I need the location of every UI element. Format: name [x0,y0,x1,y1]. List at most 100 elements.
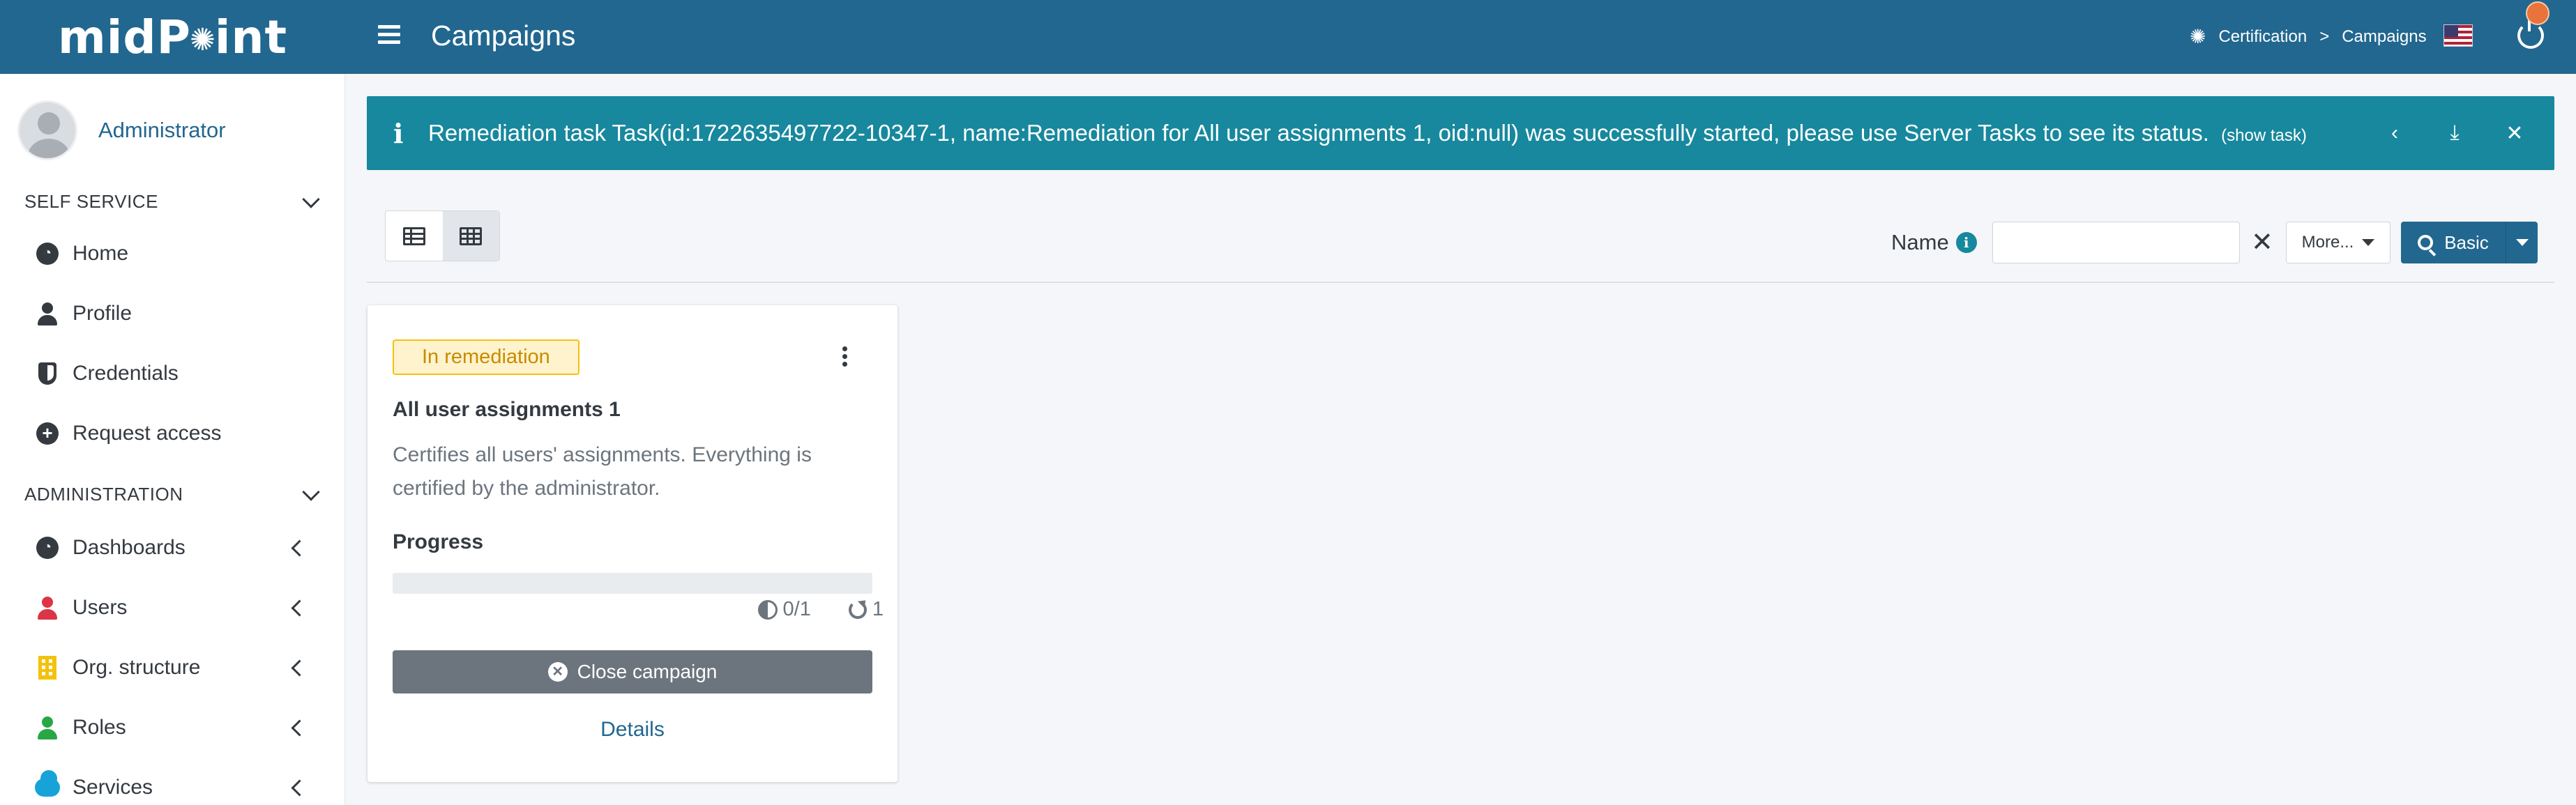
search-label-text: Name [1891,230,1949,254]
dashboard-icon: ◔ [35,535,60,560]
sidebar-item-home[interactable]: ◔ Home [35,241,314,266]
campaign-title: All user assignments 1 [393,398,621,421]
cloud-icon [35,770,60,800]
breadcrumb: ✺ Certification > Campaigns [2190,25,2427,48]
user-icon [35,301,60,326]
breadcrumb-certification[interactable]: Certification [2218,27,2307,47]
sidebar-item-label: Services [73,776,153,799]
sidebar-item-label: Profile [73,302,132,325]
search-mode-dropdown[interactable] [2506,222,2538,263]
chevron-left-icon [291,779,308,797]
info-icon: i [393,117,404,149]
sidebar-item-label: Credentials [73,362,179,385]
progress-bar [393,573,872,594]
sidebar-item-credentials[interactable]: Credentials [35,361,314,386]
divider [367,282,2554,283]
half-circle-icon [757,599,778,620]
section-title: ADMINISTRATION [24,484,183,505]
table-icon [402,227,425,245]
sidebar-item-org-structure[interactable]: Org. structure [35,655,314,680]
shield-icon [35,361,60,386]
basic-button-label: Basic [2444,231,2489,253]
certification-icon: ✺ [2190,26,2206,47]
grid-icon [460,227,483,245]
section-administration[interactable]: ADMINISTRATION [24,482,324,505]
top-header: midP ✺ int Campaigns ✺ Certification > Cam… [0,0,2576,74]
sidebar-item-label: Users [73,596,128,619]
chevron-left-icon [291,599,308,617]
sidebar: Administrator SELF SERVICE ◔ Home Profil… [0,74,345,805]
sidebar-item-request-access[interactable]: + Request access [35,421,314,446]
role-icon [35,715,60,740]
user-icon [35,595,60,620]
plus-circle-icon: + [35,421,60,446]
completion-stat: 0/1 [757,598,811,621]
alert-message: Remediation task Task(id:1722635497722-1… [428,120,2307,146]
chevron-down-icon [302,482,320,501]
compass-star-icon: ✺ [189,22,216,58]
success-alert: i Remediation task Task(id:1722635497722… [367,96,2554,170]
alert-tools: ‹ ⤓ ✕ [2384,121,2525,146]
section-title: SELF SERVICE [24,191,158,212]
progress-label: Progress [393,530,484,553]
tile-view-button[interactable] [442,211,499,261]
page-title: Campaigns [431,20,576,52]
caret-down-icon [2362,239,2375,246]
breadcrumb-campaigns[interactable]: Campaigns [2342,27,2426,47]
basic-search-button: Basic [2401,222,2538,263]
breadcrumb-separator: > [2319,26,2330,46]
close-campaign-button[interactable]: ✕ Close campaign [393,650,872,693]
building-icon [35,655,60,680]
close-icon[interactable]: ✕ [2504,121,2525,146]
campaign-card: In remediation All user assignments 1 Ce… [368,305,897,782]
more-button[interactable]: More... [2286,222,2391,263]
iteration-value: 1 [872,598,884,620]
close-campaign-label: Close campaign [577,661,718,682]
redo-icon [848,600,867,619]
download-icon[interactable]: ⤓ [2444,121,2465,146]
sidebar-item-profile[interactable]: Profile [35,301,314,326]
details-link[interactable]: Details [368,718,897,742]
avatar [17,100,77,160]
user-name[interactable]: Administrator [98,118,226,143]
iteration-stat: 1 [848,598,884,621]
notification-avatar-icon[interactable] [2526,1,2550,25]
sidebar-item-dashboards[interactable]: ◔ Dashboards [35,535,314,560]
menu-toggle-button[interactable] [375,21,403,49]
chevron-left-icon[interactable]: ‹ [2384,121,2405,146]
clear-search-icon[interactable]: ✕ [2251,227,2273,258]
close-circle-icon: ✕ [547,662,568,682]
campaign-stats: 0/1 1 [646,598,884,621]
sidebar-item-label: Dashboards [73,536,185,559]
view-toggle [385,210,500,261]
search-icon [2418,235,2434,250]
chevron-left-icon [291,659,308,677]
user-panel[interactable]: Administrator [17,100,226,160]
midpoint-logo[interactable]: midP ✺ int [0,0,345,74]
logout-icon[interactable] [2517,19,2544,49]
info-icon[interactable]: i [1955,232,1977,253]
search-label: Name i [1891,230,1977,255]
table-view-button[interactable] [386,211,443,261]
sidebar-item-users[interactable]: Users [35,595,314,620]
sidebar-item-label: Org. structure [73,656,201,679]
sidebar-item-services[interactable]: Services [35,770,314,800]
campaign-description: Certifies all users' assignments. Everyt… [393,443,812,500]
sidebar-item-roles[interactable]: Roles [35,715,314,740]
status-badge: In remediation [393,339,579,375]
section-self-service[interactable]: SELF SERVICE [24,190,324,213]
completion-value: 0/1 [782,598,811,620]
sidebar-item-label: Request access [73,422,222,445]
sidebar-item-label: Roles [73,716,126,739]
basic-search-main[interactable]: Basic [2401,232,2506,254]
name-search-input[interactable] [1992,222,2240,263]
us-flag-locale-icon[interactable] [2444,24,2473,47]
sidebar-item-label: Home [73,242,129,265]
chevron-down-icon [302,190,320,208]
caret-down-icon [2515,239,2529,246]
more-button-label: More... [2301,233,2354,252]
chevron-left-icon [291,539,308,557]
dashboard-icon: ◔ [35,241,60,266]
kebab-menu-icon[interactable] [840,344,849,369]
show-task-link[interactable]: (show task) [2221,126,2307,145]
